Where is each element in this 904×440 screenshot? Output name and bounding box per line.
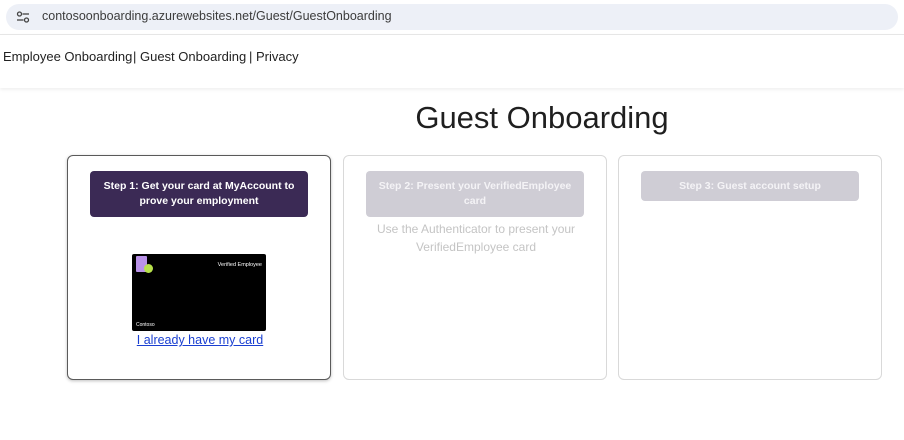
card-title: Verified Employee [217,262,262,268]
nav-link-privacy[interactable]: | Privacy [249,49,299,64]
verified-employee-card: Verified Employee Contoso [132,254,266,331]
url-bar[interactable]: contosoonboarding.azurewebsites.net/Gues… [6,4,898,30]
step-1-card: Step 1: Get your card at MyAccount to pr… [67,155,331,380]
nav-link-guest-onboarding[interactable]: | Guest Onboarding [133,49,246,64]
tune-icon[interactable] [16,11,30,23]
step-3-button[interactable]: Step 3: Guest account setup [641,171,859,201]
page-title: Guest Onboarding [415,100,669,135]
top-navigation: Employee Onboarding | Guest Onboarding |… [0,34,904,88]
browser-address-bar: contosoonboarding.azurewebsites.net/Gues… [0,0,904,34]
card-status-dot-icon [144,264,153,273]
step-2-card: Step 2: Present your VerifiedEmployee ca… [343,155,607,380]
step-2-description: Use the Authenticator to present your Ve… [376,222,576,254]
step-3-card: Step 3: Guest account setup [618,155,882,380]
nav-link-employee-onboarding[interactable]: Employee Onboarding [3,49,132,64]
url-text[interactable]: contosoonboarding.azurewebsites.net/Gues… [42,9,392,23]
card-issuer: Contoso [136,322,155,328]
step-2-button[interactable]: Step 2: Present your VerifiedEmployee ca… [366,171,584,217]
already-have-card-link[interactable]: I already have my card [68,333,332,347]
step-1-button[interactable]: Step 1: Get your card at MyAccount to pr… [90,171,308,217]
